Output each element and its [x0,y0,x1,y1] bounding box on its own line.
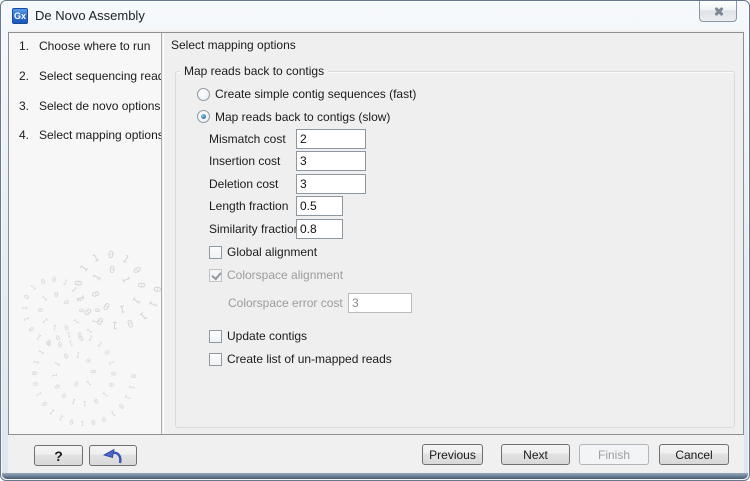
sidebar-item-select-de-novo-options: 3. Select de novo options [9,99,162,115]
radio-map-reads-back-label[interactable]: Map reads back to contigs (slow) [215,110,390,124]
window-title: De Novo Assembly [35,8,145,23]
update-contigs-label[interactable]: Update contigs [227,329,307,343]
length-fraction-input[interactable] [296,196,343,216]
screenshot-stage: Gx De Novo Assembly 1. Choose where to r… [0,0,750,481]
svg-text:0 1 1 0 1 0 0 1 0 1 1 0 1 0 0: 0 1 1 0 1 0 0 1 0 1 1 0 1 0 0 1 1 0 0 1 … [9,236,162,330]
colorspace-alignment-label: Colorspace alignment [227,268,343,282]
unmapped-reads-label[interactable]: Create list of un-mapped reads [227,352,392,366]
step-number: 4. [19,128,29,142]
similarity-fraction-input[interactable] [296,219,343,239]
sidebar-item-select-mapping-options: 4. Select mapping options [9,128,162,144]
finish-button: Finish [579,444,649,465]
colorspace-error-cost-input [348,293,412,313]
svg-text:0 1 1 0 1 0 0 1 0 1 1 0 1 0 0: 0 1 1 0 1 0 0 1 0 1 1 0 1 0 0 1 1 0 0 1 … [9,236,101,348]
radio-create-simple-contigs-label[interactable]: Create simple contig sequences (fast) [215,87,416,101]
colorspace-error-cost-label: Colorspace error cost [228,296,343,310]
mismatch-cost-label: Mismatch cost [209,132,286,146]
global-alignment-label[interactable]: Global alignment [227,245,317,259]
insertion-cost-input[interactable] [296,151,366,171]
gx-app-icon: Gx [12,8,28,24]
similarity-fraction-label: Similarity fraction [209,222,300,236]
deletion-cost-input[interactable] [296,174,366,194]
close-button[interactable] [699,1,737,22]
watermark-text: 0 1 1 0 1 0 0 1 0 1 1 0 1 0 0 1 1 0 0 1 … [9,236,101,348]
dialog-window: Gx De Novo Assembly 1. Choose where to r… [0,0,750,481]
next-button[interactable]: Next [501,444,570,465]
svg-text:0 1 1 0 1 0 0 1 0 1 1 0 1 0 0: 0 1 1 0 1 0 0 1 0 1 1 0 1 0 0 1 1 0 0 1 … [9,236,137,427]
step-number: 1. [19,39,29,53]
sidebar-item-select-sequencing-reads: 2. Select sequencing reads [9,69,162,85]
watermark-text: 0 1 1 0 1 0 0 1 0 1 1 0 1 0 0 1 1 0 0 1 … [9,236,137,427]
reset-button[interactable] [89,445,137,466]
insertion-cost-label: Insertion cost [209,154,280,168]
radio-create-simple-contigs[interactable] [197,88,210,101]
sidebar-item-choose-where-to-run: 1. Choose where to run [9,39,162,55]
step-label: Select sequencing reads [39,69,162,83]
panel-header: Select mapping options [171,38,296,52]
sidebar-divider-highlight [163,33,164,434]
step-label: Select de novo options [39,99,160,113]
groupbox-title: Map reads back to contigs [180,64,328,78]
global-alignment-checkbox[interactable] [209,246,222,259]
step-label: Choose where to run [39,39,150,53]
help-button[interactable]: ? [34,445,83,466]
step-label: Select mapping options [39,128,162,142]
binary-spiral-watermark: 0 1 1 0 1 0 0 1 0 1 1 0 1 0 0 1 1 0 0 1 … [9,236,162,434]
unmapped-reads-checkbox[interactable] [209,353,222,366]
title-bar[interactable]: Gx De Novo Assembly [1,1,749,30]
content-panel: 1. Choose where to run 2. Select sequenc… [8,32,744,435]
step-number: 3. [19,99,29,113]
deletion-cost-label: Deletion cost [209,177,278,191]
close-icon [714,7,724,16]
cancel-button[interactable]: Cancel [659,444,729,465]
colorspace-alignment-checkbox [209,269,222,282]
radio-map-reads-back[interactable] [197,110,210,123]
step-number: 2. [19,69,29,83]
previous-button[interactable]: Previous [422,444,483,465]
wizard-steps-sidebar: 1. Choose where to run 2. Select sequenc… [9,33,162,434]
undo-arrow-icon [101,447,125,465]
mismatch-cost-input[interactable] [296,129,366,149]
length-fraction-label: Length fraction [209,199,288,213]
update-contigs-checkbox[interactable] [209,330,222,343]
client-area: 1. Choose where to run 2. Select sequenc… [8,30,744,475]
window-bottom-edge [2,473,748,479]
watermark-text: 0 1 1 0 1 0 0 1 0 1 1 0 1 0 0 1 1 0 0 1 … [9,236,162,330]
